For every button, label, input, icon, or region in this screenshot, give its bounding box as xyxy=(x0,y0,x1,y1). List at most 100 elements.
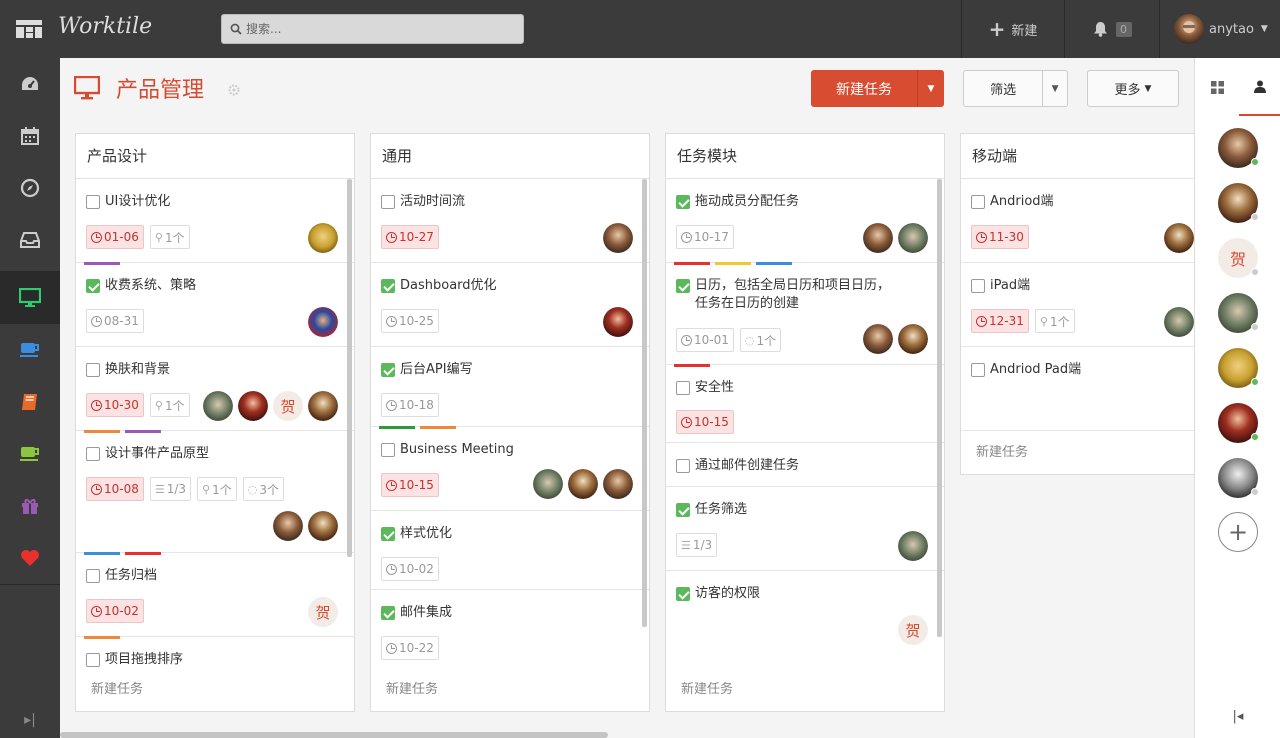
task-checkbox[interactable] xyxy=(86,279,100,293)
avatar[interactable] xyxy=(533,469,563,499)
avatar[interactable] xyxy=(1164,223,1194,253)
task-card[interactable]: Dashboard优化 10-25 xyxy=(371,263,649,347)
task-card[interactable]: Business Meeting 10-15 xyxy=(371,426,649,511)
task-card[interactable]: 换肤和背景 10-30 ⚲ 1个 贺 xyxy=(76,347,354,431)
expand-sidebar-icon[interactable]: ▸| xyxy=(0,712,60,728)
column-scrollbar[interactable] xyxy=(642,179,647,627)
app-logo-text[interactable]: Worktile xyxy=(58,14,152,39)
column-title[interactable]: 任务模块 xyxy=(666,134,944,179)
column-scrollbar[interactable] xyxy=(347,179,352,557)
avatar[interactable] xyxy=(238,391,268,421)
member-avatar[interactable] xyxy=(1218,348,1259,388)
task-card[interactable]: 后台API编写 10-18 xyxy=(371,347,649,427)
nav-explore[interactable] xyxy=(0,162,60,214)
column-title[interactable]: 产品设计 xyxy=(76,134,354,179)
search-input[interactable] xyxy=(246,15,516,43)
task-card[interactable]: UI设计优化 01-06 ⚲ 1个 xyxy=(76,179,354,263)
task-card[interactable]: iPad端 12-31 ⚲ 1个 xyxy=(961,263,1194,347)
new-task-link[interactable]: 新建任务 xyxy=(371,668,649,711)
avatar[interactable]: 贺 xyxy=(898,615,928,645)
avatar[interactable] xyxy=(308,391,338,421)
more-button[interactable]: 更多 ▼ xyxy=(1087,70,1179,107)
avatar[interactable]: 贺 xyxy=(308,597,338,627)
task-checkbox[interactable] xyxy=(86,195,100,209)
task-card[interactable]: 日历，包括全局日历和项目日历， 任务在日历的创建 10-01 ◌ 1个 xyxy=(666,262,944,365)
tab-overview[interactable] xyxy=(1195,58,1239,116)
task-checkbox[interactable] xyxy=(971,279,985,293)
task-checkbox[interactable] xyxy=(676,381,690,395)
member-avatar[interactable] xyxy=(1218,458,1259,498)
avatar[interactable] xyxy=(898,324,928,354)
avatar[interactable] xyxy=(863,324,893,354)
member-avatar[interactable]: 贺 xyxy=(1218,238,1259,278)
avatar[interactable] xyxy=(898,531,928,561)
new-task-link[interactable]: 新建任务 xyxy=(961,431,1194,474)
nav-project-cup[interactable] xyxy=(0,428,60,480)
avatar[interactable] xyxy=(1164,307,1194,337)
task-card[interactable]: 项目拖拽排序 xyxy=(76,636,354,669)
caret-down-icon[interactable]: ▼ xyxy=(1042,71,1067,106)
notifications-button[interactable]: 0 xyxy=(1065,0,1159,58)
nav-project-book[interactable] xyxy=(0,376,60,428)
avatar[interactable] xyxy=(603,307,633,337)
task-card[interactable]: 邮件集成 10-22 xyxy=(371,590,649,669)
task-checkbox[interactable] xyxy=(676,503,690,517)
member-avatar[interactable] xyxy=(1218,183,1259,223)
member-avatar[interactable] xyxy=(1218,293,1259,333)
task-card[interactable]: Andriod Pad端 xyxy=(961,347,1194,431)
avatar[interactable] xyxy=(568,469,598,499)
add-member-button[interactable]: + xyxy=(1218,512,1258,552)
avatar[interactable] xyxy=(863,223,893,253)
column-title[interactable]: 移动端 xyxy=(961,134,1194,179)
avatar[interactable] xyxy=(603,223,633,253)
avatar[interactable] xyxy=(898,223,928,253)
task-checkbox[interactable] xyxy=(86,569,100,583)
task-checkbox[interactable] xyxy=(381,279,395,293)
filter-button[interactable]: 筛选 ▼ xyxy=(963,70,1068,107)
task-card[interactable]: 设计事件产品原型 10-08 ☰ 1/3 ⚲ 1个 ◌ 3个 xyxy=(76,430,354,553)
collapse-panel-icon[interactable]: |◂ xyxy=(1195,709,1280,724)
task-card[interactable]: 任务归档 10-02 贺 xyxy=(76,552,354,637)
task-card[interactable]: 活动时间流 10-27 xyxy=(371,179,649,263)
horizontal-scrollbar[interactable] xyxy=(60,732,608,738)
avatar[interactable] xyxy=(203,391,233,421)
avatar[interactable] xyxy=(273,511,303,541)
avatar[interactable] xyxy=(308,511,338,541)
avatar[interactable] xyxy=(308,307,338,337)
new-task-link[interactable]: 新建任务 xyxy=(76,668,354,711)
task-checkbox[interactable] xyxy=(86,447,100,461)
task-checkbox[interactable] xyxy=(381,363,395,377)
avatar[interactable] xyxy=(308,223,338,253)
task-checkbox[interactable] xyxy=(676,195,690,209)
member-avatar[interactable] xyxy=(1218,403,1259,443)
task-card[interactable]: 收费系统、策略 08-31 xyxy=(76,262,354,347)
task-checkbox[interactable] xyxy=(381,443,395,457)
task-checkbox[interactable] xyxy=(971,363,985,377)
nav-dashboard[interactable] xyxy=(0,58,60,110)
task-checkbox[interactable] xyxy=(676,459,690,473)
logo-grid-icon[interactable] xyxy=(16,20,42,38)
task-card[interactable]: 通过邮件创建任务 xyxy=(666,443,944,487)
task-checkbox[interactable] xyxy=(676,279,690,293)
nav-project-product[interactable] xyxy=(0,272,60,324)
task-checkbox[interactable] xyxy=(676,587,690,601)
task-card[interactable]: 安全性 10-15 xyxy=(666,364,944,443)
column-scrollbar[interactable] xyxy=(937,179,942,637)
avatar[interactable] xyxy=(603,469,633,499)
task-card[interactable]: 样式优化 10-02 xyxy=(371,511,649,590)
search-box[interactable] xyxy=(221,14,524,44)
task-checkbox[interactable] xyxy=(86,363,100,377)
task-checkbox[interactable] xyxy=(381,606,395,620)
new-task-button[interactable]: 新建任务 ▼ xyxy=(811,70,944,107)
task-card[interactable]: 访客的权限 贺 xyxy=(666,571,944,655)
member-avatar[interactable] xyxy=(1218,128,1259,168)
gear-icon[interactable] xyxy=(228,84,240,96)
nav-inbox[interactable] xyxy=(0,214,60,266)
task-card[interactable]: Andriod端 11-30 xyxy=(961,179,1194,263)
task-card[interactable]: 拖动成员分配任务 10-17 xyxy=(666,179,944,263)
nav-calendar[interactable] xyxy=(0,110,60,162)
new-button[interactable]: + 新建 xyxy=(962,0,1064,58)
tab-members[interactable] xyxy=(1239,58,1280,116)
avatar[interactable]: 贺 xyxy=(273,391,303,421)
user-menu[interactable]: anytao ▼ xyxy=(1160,0,1280,58)
